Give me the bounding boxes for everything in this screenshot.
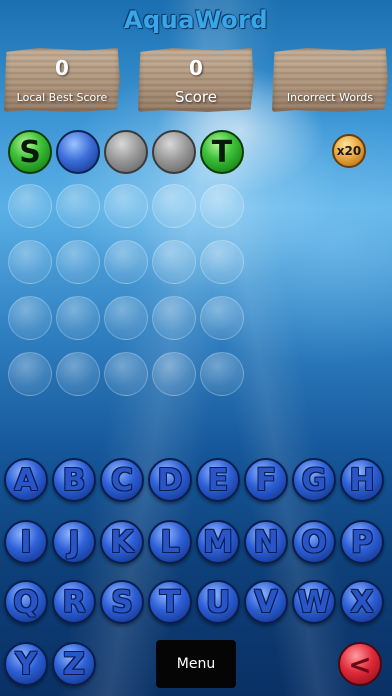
key-u-label: U: [205, 584, 231, 620]
key-v-label: V: [254, 584, 278, 620]
empty-slot: [152, 352, 196, 396]
empty-slot: [104, 184, 148, 228]
key-k-label: K: [110, 524, 134, 560]
key-i[interactable]: I: [4, 520, 48, 564]
key-z[interactable]: Z: [52, 642, 96, 686]
key-o-label: O: [301, 524, 327, 560]
empty-slot: [56, 184, 100, 228]
key-c-label: C: [110, 462, 134, 498]
key-h-label: H: [349, 462, 375, 498]
empty-slot: [104, 352, 148, 396]
empty-slot: [8, 296, 52, 340]
key-n-label: N: [253, 524, 279, 560]
word-slot-4[interactable]: [152, 130, 196, 174]
word-slot-4-letter: [154, 132, 194, 172]
key-i-label: I: [20, 524, 32, 560]
key-k[interactable]: K: [100, 520, 144, 564]
word-slot-5[interactable]: T: [200, 130, 244, 174]
key-n[interactable]: N: [244, 520, 288, 564]
key-g-label: G: [301, 462, 327, 498]
word-slot-1[interactable]: S: [8, 130, 52, 174]
key-j[interactable]: J: [52, 520, 96, 564]
local-best-score-label: Local Best Score: [16, 91, 108, 104]
empty-slot: [8, 184, 52, 228]
word-slot-5-letter: T: [211, 134, 233, 170]
key-y-label: Y: [15, 646, 37, 682]
word-slot-3-letter: [106, 132, 146, 172]
key-m-label: M: [203, 524, 233, 560]
local-best-score-value: 0: [55, 56, 69, 80]
key-f-label: F: [255, 462, 277, 498]
key-f[interactable]: F: [244, 458, 288, 502]
key-r[interactable]: R: [52, 580, 96, 624]
key-d-label: D: [157, 462, 183, 498]
key-e-label: E: [207, 462, 229, 498]
key-b[interactable]: B: [52, 458, 96, 502]
empty-slot: [104, 296, 148, 340]
empty-slot: [56, 352, 100, 396]
key-o[interactable]: O: [292, 520, 336, 564]
key-s[interactable]: S: [100, 580, 144, 624]
empty-slot: [56, 240, 100, 284]
key-y[interactable]: Y: [4, 642, 48, 686]
empty-slot: [152, 184, 196, 228]
key-x-label: X: [350, 584, 374, 620]
word-slot-2[interactable]: [56, 130, 100, 174]
key-j-label: J: [68, 524, 80, 560]
key-t-label: T: [159, 584, 181, 620]
key-w-label: W: [297, 584, 331, 620]
score-panel: 0 Score: [138, 48, 254, 112]
empty-slot: [200, 184, 244, 228]
local-best-score-panel: 0 Local Best Score: [4, 48, 120, 112]
key-p-label: P: [351, 524, 373, 560]
key-t[interactable]: T: [148, 580, 192, 624]
empty-slot: [200, 296, 244, 340]
incorrect-words-label: Incorrect Words: [286, 91, 374, 104]
key-q[interactable]: Q: [4, 580, 48, 624]
empty-slot: [200, 240, 244, 284]
key-e[interactable]: E: [196, 458, 240, 502]
key-p[interactable]: P: [340, 520, 384, 564]
menu-button[interactable]: Menu: [156, 640, 236, 688]
key-z-label: Z: [63, 646, 85, 682]
key-s-label: S: [111, 584, 133, 620]
multiplier-badge: x20: [332, 134, 366, 168]
empty-slot: [8, 240, 52, 284]
key-l-label: L: [160, 524, 180, 560]
score-label: Score: [174, 88, 217, 106]
empty-slot: [152, 296, 196, 340]
word-slot-2-letter: [58, 132, 98, 172]
word-slot-1-letter: S: [19, 134, 41, 170]
key-d[interactable]: D: [148, 458, 192, 502]
empty-slot: [56, 296, 100, 340]
empty-slot: [8, 352, 52, 396]
key-h[interactable]: H: [340, 458, 384, 502]
word-slot-3[interactable]: [104, 130, 148, 174]
key-w[interactable]: W: [292, 580, 336, 624]
empty-slot: [152, 240, 196, 284]
key-m[interactable]: M: [196, 520, 240, 564]
key-a[interactable]: A: [4, 458, 48, 502]
key-b-label: B: [62, 462, 86, 498]
app-title: AquaWord: [123, 6, 269, 34]
empty-slot: [104, 240, 148, 284]
backspace-button[interactable]: <: [338, 642, 382, 686]
key-x[interactable]: X: [340, 580, 384, 624]
incorrect-words-panel: Incorrect Words: [272, 48, 388, 112]
key-r-label: R: [62, 584, 86, 620]
key-q-label: Q: [13, 584, 39, 620]
key-v[interactable]: V: [244, 580, 288, 624]
score-value: 0: [189, 56, 203, 80]
key-c[interactable]: C: [100, 458, 144, 502]
key-a-label: A: [14, 462, 38, 498]
empty-slot: [200, 352, 244, 396]
key-l[interactable]: L: [148, 520, 192, 564]
key-g[interactable]: G: [292, 458, 336, 502]
key-u[interactable]: U: [196, 580, 240, 624]
